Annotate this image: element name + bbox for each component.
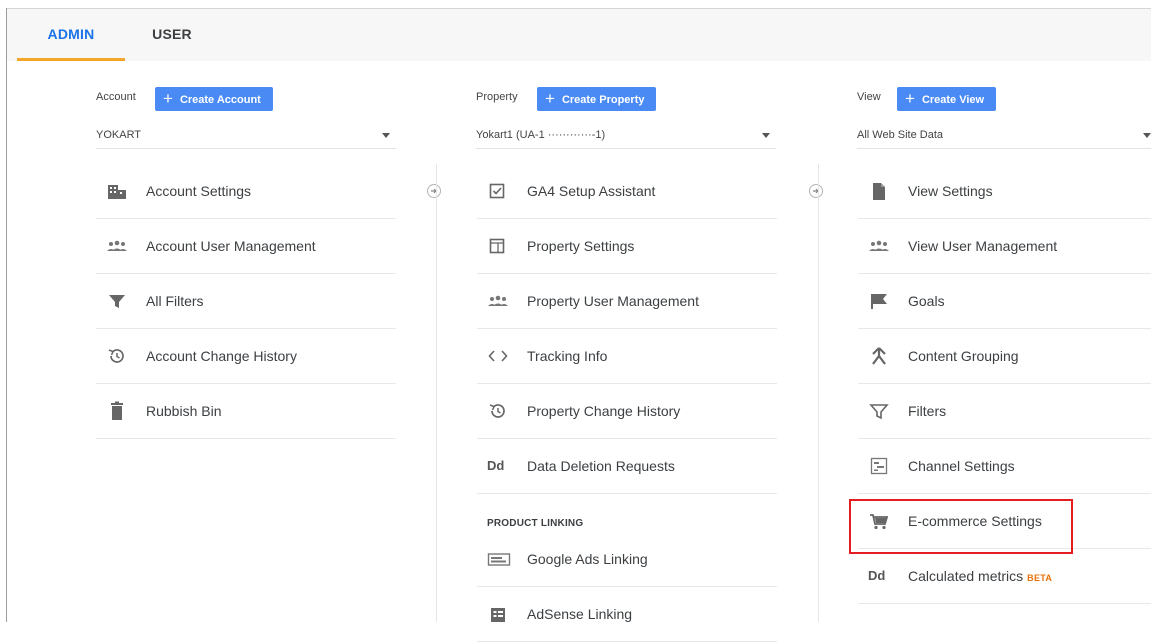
property-settings-item[interactable]: Property Settings [477,219,777,274]
account-settings-item[interactable]: Account Settings [96,164,396,219]
property-label: Property [476,91,518,103]
filter-outline-icon [868,401,890,421]
google-ads-linking-item[interactable]: Google Ads Linking [477,532,777,587]
create-view-button[interactable]: + Create View [897,87,997,111]
view-user-management-label: View User Management [908,238,1058,254]
people-icon [487,291,509,311]
view-header: View + Create View All Web Site Data [857,61,1151,149]
view-settings-item[interactable]: View Settings [858,164,1151,219]
ga4-setup-assistant-label: GA4 Setup Assistant [527,183,656,199]
adsense-icon [487,604,509,624]
channel-settings-item[interactable]: Channel Settings [858,439,1151,494]
data-deletion-requests-item[interactable]: Dd Data Deletion Requests [477,439,777,494]
property-header: Property + Create Property Yokart1 (UA-1 … [476,61,776,149]
view-user-management-item[interactable]: View User Management [858,219,1151,274]
people-icon [868,236,890,256]
google-ads-linking-label: Google Ads Linking [527,551,648,567]
create-account-button[interactable]: + Create Account [155,87,273,111]
grouping-icon [868,346,890,366]
property-selected: Yokart1 (UA-1 ············-1) [476,129,606,141]
calculated-metrics-item[interactable]: Dd Calculated metrics BETA [858,549,1151,604]
people-icon [106,236,128,256]
create-property-button[interactable]: + Create Property [537,87,657,111]
account-selector[interactable]: YOKART [96,127,396,149]
expand-arrow-icon[interactable] [427,184,441,198]
property-selector[interactable]: Yokart1 (UA-1 ············-1) [476,127,776,149]
trash-icon [106,401,128,421]
adsense-linking-item[interactable]: AdSense Linking [477,587,777,642]
all-filters-item[interactable]: All Filters [96,274,396,329]
view-settings-label: View Settings [908,183,993,199]
caret-down-icon [1143,133,1151,138]
tab-bar: ADMIN USER [7,9,1151,61]
filter-icon [106,291,128,311]
channel-settings-label: Channel Settings [908,458,1015,474]
account-user-management-label: Account User Management [146,238,316,254]
history-icon [487,401,509,421]
channel-icon [868,456,890,476]
content-grouping-label: Content Grouping [908,348,1019,364]
rubbish-bin-label: Rubbish Bin [146,403,222,419]
caret-down-icon [762,133,770,138]
account-settings-label: Account Settings [146,183,252,199]
create-account-label: Create Account [179,94,261,106]
product-linking-heading: PRODUCT LINKING [487,518,584,529]
ga4-setup-assistant-item[interactable]: GA4 Setup Assistant [477,164,777,219]
expand-arrow-icon[interactable] [809,184,823,198]
property-user-management-label: Property User Management [527,293,699,309]
filters-label: Filters [908,403,947,419]
view-selected: All Web Site Data [857,129,944,141]
data-deletion-requests-label: Data Deletion Requests [527,458,675,474]
account-selected: YOKART [96,129,142,141]
window-icon [487,236,509,256]
create-view-label: Create View [921,94,985,106]
account-change-history-item[interactable]: Account Change History [96,329,396,384]
column-divider [436,164,437,622]
create-property-label: Create Property [561,94,645,106]
plus-icon: + [545,89,555,108]
goals-label: Goals [908,293,945,309]
rubbish-bin-item[interactable]: Rubbish Bin [96,384,396,439]
view-label: View [857,91,881,103]
account-label: Account [96,91,136,103]
flag-icon [868,291,890,311]
ads-icon [487,549,511,569]
history-icon [106,346,128,366]
tracking-info-label: Tracking Info [527,348,608,364]
admin-panel: Account + Create Account YOKART Account S… [7,61,1151,642]
account-header: Account + Create Account YOKART [96,61,396,149]
dd-icon: Dd [868,568,886,583]
property-change-history-item[interactable]: Property Change History [477,384,777,439]
checkbox-icon [487,181,509,201]
account-change-history-label: Account Change History [146,348,297,364]
building-icon [106,181,128,201]
filters-item[interactable]: Filters [858,384,1151,439]
plus-icon: + [905,89,915,108]
calculated-metrics-text: Calculated metrics [908,568,1024,584]
view-selector[interactable]: All Web Site Data [857,127,1151,149]
goals-item[interactable]: Goals [858,274,1151,329]
plus-icon: + [163,89,173,108]
highlight-box [849,499,1073,554]
content-grouping-item[interactable]: Content Grouping [858,329,1151,384]
dd-icon: Dd [487,458,505,473]
property-change-history-label: Property Change History [527,403,681,419]
document-icon [868,181,890,201]
account-user-management-item[interactable]: Account User Management [96,219,396,274]
calculated-metrics-label: Calculated metrics BETA [908,568,1052,584]
adsense-linking-label: AdSense Linking [527,606,633,622]
caret-down-icon [382,133,390,138]
tab-admin[interactable]: ADMIN [17,9,125,61]
all-filters-label: All Filters [146,293,204,309]
tab-user[interactable]: USER [137,9,207,61]
property-user-management-item[interactable]: Property User Management [477,274,777,329]
code-icon [487,346,509,366]
tracking-info-item[interactable]: Tracking Info [477,329,777,384]
property-settings-label: Property Settings [527,238,635,254]
beta-badge: BETA [1027,573,1053,583]
column-divider [818,164,819,622]
